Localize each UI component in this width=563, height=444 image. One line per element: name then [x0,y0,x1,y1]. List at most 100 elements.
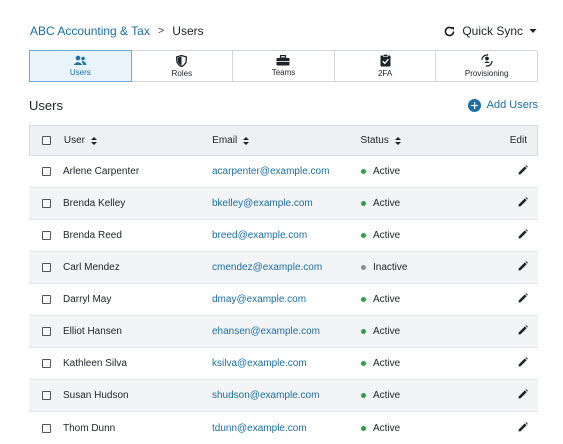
user-email-link[interactable]: cmendez@example.com [212,262,361,273]
edit-pencil-icon[interactable] [518,229,528,242]
status-dot [361,233,366,238]
status-dot [361,425,366,431]
row-checkbox[interactable] [41,231,51,240]
tab-2fa[interactable]: 2FA [335,51,437,81]
briefcase-icon [276,55,290,66]
status-dot [361,393,366,398]
row-checkbox[interactable] [41,199,51,208]
table-row: Brenda Reed breed@example.com Active [29,220,538,252]
settings-tabs: Users Roles Teams 2FA Provisioning [29,50,538,82]
row-check-cell [29,199,63,208]
status-column-label: Status [360,135,389,146]
row-checkbox[interactable] [41,263,51,272]
users-table: User Email Status Edit Arlene Carpenter … [29,125,538,444]
user-name: Carl Mendez [63,262,120,273]
row-checkbox[interactable] [41,391,51,400]
edit-pencil-icon[interactable] [518,325,528,338]
status-text: Active [373,294,401,305]
row-check-cell [29,327,63,336]
caret-down-icon [529,27,537,35]
table-row: Carl Mendez cmendez@example.com Inactive [29,252,538,284]
status-cell: Inactive [361,262,511,273]
tab-label: 2FA [377,69,393,78]
add-users-button[interactable]: Add Users [467,98,538,112]
status-column-header[interactable]: Status [360,135,509,146]
tab-roles[interactable]: Roles [132,51,234,81]
status-dot [361,297,366,302]
breadcrumb-separator: > [157,25,165,37]
provisioning-icon [480,54,494,67]
status-cell: Active [361,390,511,401]
row-check-cell [29,391,63,400]
edit-cell [511,421,538,435]
status-dot [361,361,366,366]
edit-pencil-icon[interactable] [518,293,528,306]
edit-pencil-icon[interactable] [518,357,528,370]
tab-label: Provisioning [464,69,509,78]
status-text: Active [373,198,401,209]
status-text: Active [373,422,401,434]
email-column-header[interactable]: Email [212,135,360,146]
status-dot [361,265,366,270]
sort-icon [394,136,401,145]
row-checkbox[interactable] [41,327,51,336]
edit-cell [511,357,538,370]
row-checkbox[interactable] [41,167,51,176]
user-email-link[interactable]: breed@example.com [212,230,361,241]
user-name: Brenda Reed [63,230,122,241]
table-header: User Email Status Edit [29,125,538,156]
select-all-checkbox[interactable] [42,136,52,145]
status-cell: Active [361,166,511,177]
user-name: Thom Dunn [63,422,116,434]
edit-cell [511,197,538,210]
edit-cell [511,325,538,338]
table-row: Elliot Hansen ehansen@example.com Active [29,316,538,348]
user-email-link[interactable]: shudson@example.com [212,390,361,401]
edit-cell [511,261,538,274]
user-email-link[interactable]: acarpenter@example.com [212,166,361,177]
user-column-label: User [63,135,85,146]
user-email-link[interactable]: ehansen@example.com [212,326,361,337]
row-check-cell [29,423,63,433]
user-email-link[interactable]: dmay@example.com [212,294,361,305]
tab-label: Users [69,68,91,77]
shield-icon [176,54,188,67]
row-checkbox[interactable] [41,359,51,368]
users-section-header: Users Add Users [29,95,538,115]
refresh-icon [443,25,456,38]
user-name: Brenda Kelley [63,198,126,209]
tab-teams[interactable]: Teams [233,51,335,81]
tab-provisioning[interactable]: Provisioning [436,51,537,81]
breadcrumb-parent-link[interactable]: ABC Accounting & Tax [30,24,150,38]
edit-pencil-icon[interactable] [518,165,528,178]
tab-label: Teams [271,68,296,77]
quick-sync-button[interactable]: Quick Sync [443,24,537,38]
user-email-link[interactable]: tdunn@example.com [212,423,361,434]
section-title: Users [29,97,63,113]
user-name: Darryl May [63,294,112,305]
status-text: Active [373,230,401,241]
table-row: Kathleen Silva ksilva@example.com Active [29,348,538,380]
tab-users[interactable]: Users [29,50,132,82]
edit-cell [511,165,538,178]
status-dot [361,169,366,174]
edit-pencil-icon[interactable] [518,421,528,435]
plus-circle-icon [467,98,481,112]
row-checkbox[interactable] [41,295,51,304]
edit-column-header: Edit [510,135,537,146]
user-name: Elliot Hansen [63,326,122,337]
top-bar: ABC Accounting & Tax > Users Quick Sync [30,18,537,44]
quick-sync-label: Quick Sync [462,24,523,38]
clipboard-check-icon [380,54,391,67]
row-checkbox[interactable] [41,423,51,433]
status-cell: Active [361,423,511,434]
edit-pencil-icon[interactable] [518,389,528,402]
status-text: Active [373,326,401,337]
user-email-link[interactable]: ksilva@example.com [212,358,361,369]
user-column-header[interactable]: User [64,135,212,146]
edit-pencil-icon[interactable] [518,197,528,210]
user-email-link[interactable]: bkelley@example.com [212,198,361,209]
edit-pencil-icon[interactable] [518,261,528,274]
row-check-cell [29,359,63,368]
status-dot [361,201,366,206]
